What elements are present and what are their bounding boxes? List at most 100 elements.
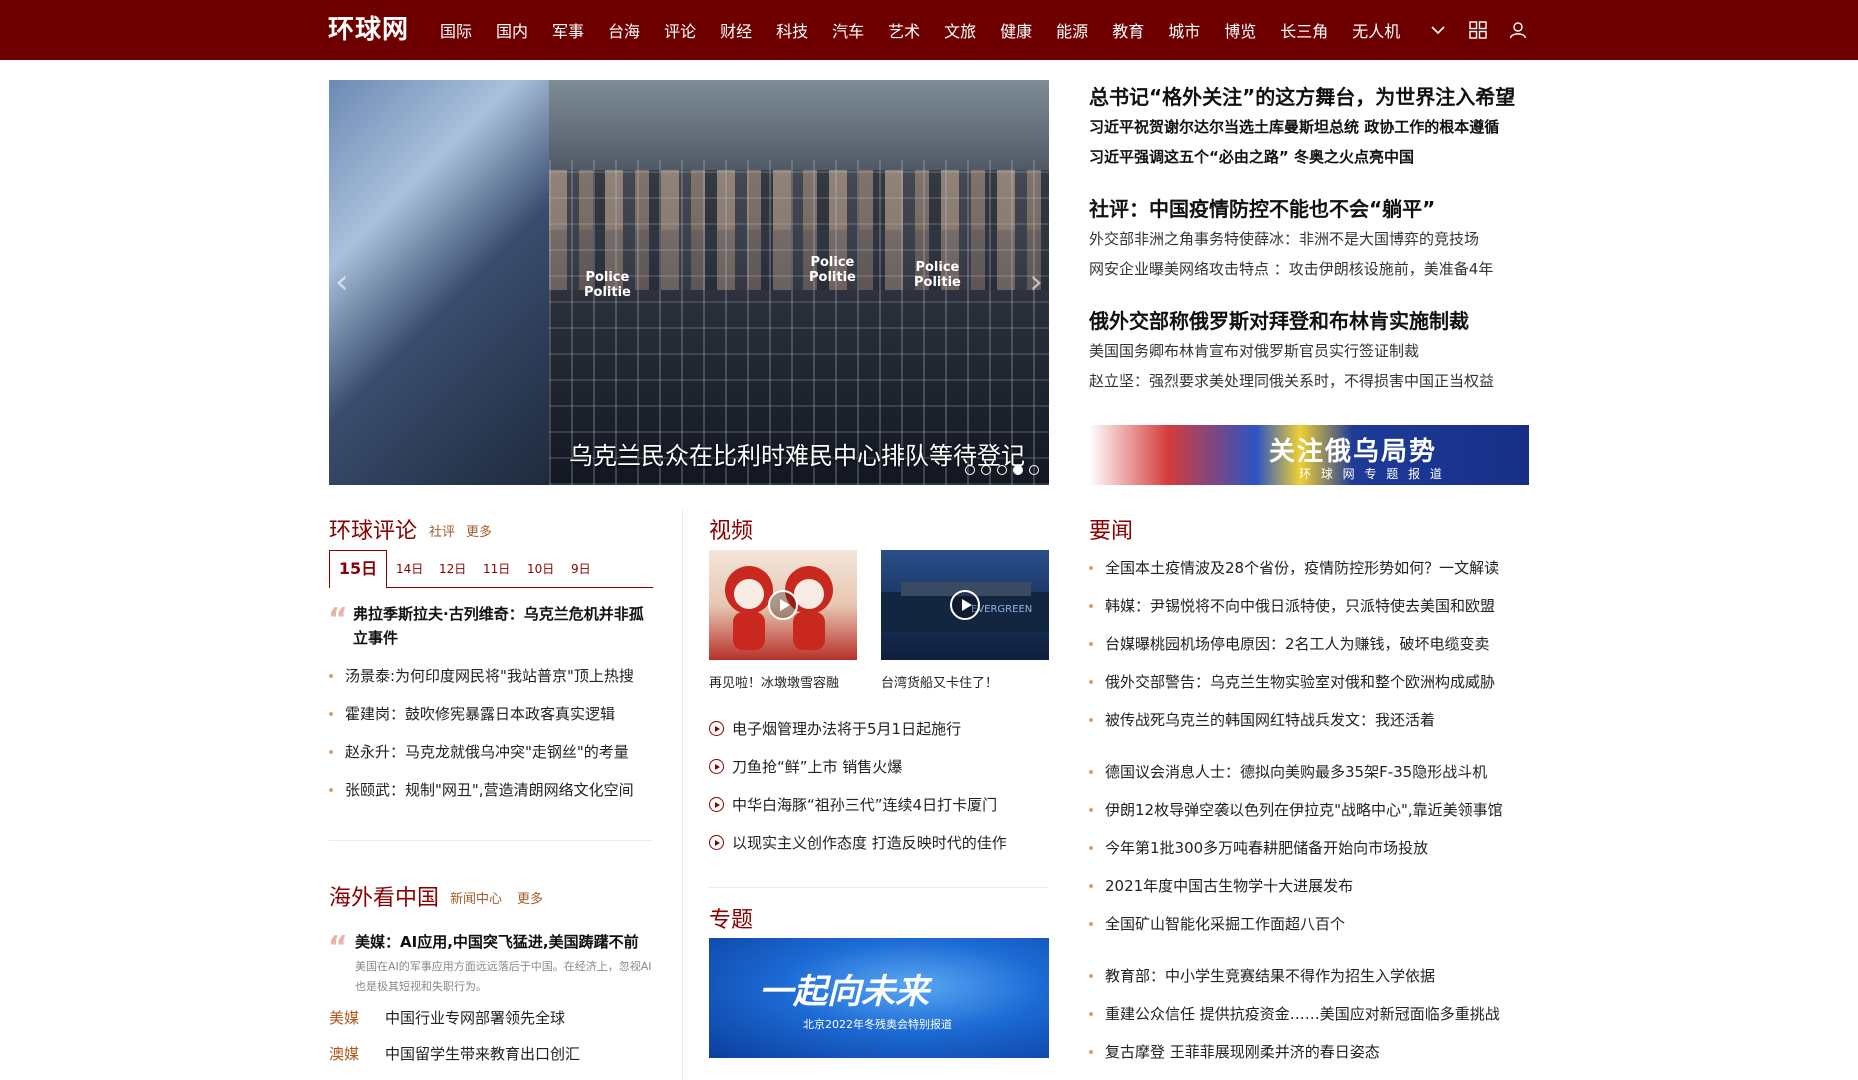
- news-item[interactable]: 教育部：中小学生竞赛结果不得作为招生入学依据: [1089, 957, 1539, 995]
- video-list-item[interactable]: 电子烟管理办法将于5月1日起施行: [709, 718, 961, 739]
- nav-item[interactable]: 无人机: [1352, 18, 1400, 42]
- nav-item[interactable]: 博览: [1224, 18, 1256, 42]
- commentary-editorial-link[interactable]: 社评: [429, 521, 455, 540]
- news-item[interactable]: 全国矿山智能化采掘工作面超八百个: [1089, 905, 1539, 943]
- overseas-row[interactable]: 澳媒 中国留学生带来教育出口创汇: [329, 1044, 580, 1064]
- headline-title[interactable]: 社评：中国疫情防控不能也不会“躺平”: [1089, 194, 1529, 224]
- special-topic-banner[interactable]: 一起向未来 北京2022年冬残奥会特别报道: [709, 938, 1049, 1058]
- carousel-caption[interactable]: 乌克兰民众在比利时难民中心排队等待登记: [569, 436, 1025, 471]
- news-item[interactable]: 复古摩登 王菲菲展现刚柔并济的春日姿态: [1089, 1033, 1539, 1071]
- grid-menu-icon[interactable]: [1468, 20, 1488, 40]
- nav-item[interactable]: 健康: [1000, 18, 1032, 42]
- commentary-more-link[interactable]: 更多: [466, 521, 492, 540]
- nav-item[interactable]: 军事: [552, 18, 584, 42]
- carousel-prev-arrow[interactable]: ‹: [335, 262, 349, 302]
- headline-sub[interactable]: 习近平祝贺谢尔达尔当选土库曼斯坦总统 政协工作的根本遵循: [1089, 112, 1529, 142]
- news-item[interactable]: 重建公众信任 提供抗疫资金……美国应对新冠面临多重挑战: [1089, 995, 1539, 1033]
- overseas-row-text[interactable]: 中国行业专网部署领先全球: [385, 1009, 565, 1027]
- nav-item[interactable]: 财经: [720, 18, 752, 42]
- day-tab-active[interactable]: 15日: [329, 550, 387, 588]
- video-list-label[interactable]: 中华白海豚“祖孙三代”连续4日打卡厦门: [732, 794, 997, 815]
- chevron-down-icon[interactable]: [1428, 20, 1448, 40]
- overseas-feature[interactable]: 美媒：AI应用,中国突飞猛进,美国踌躇不前: [355, 930, 665, 954]
- video-list-label[interactable]: 电子烟管理办法将于5月1日起施行: [732, 718, 961, 739]
- nav-item[interactable]: 国内: [496, 18, 528, 42]
- video-caption[interactable]: 台湾货船又卡住了！: [881, 672, 998, 691]
- headline-sub[interactable]: 外交部非洲之角事务特使薛冰：非洲不是大国博弈的竞技场: [1089, 224, 1529, 254]
- play-circle-icon: [709, 797, 724, 812]
- news-item[interactable]: 俄外交部警告：乌克兰生物实验室对俄和整个欧洲构成威胁: [1089, 663, 1539, 701]
- news-item[interactable]: 被传战死乌克兰的韩国网红特战兵发文：我还活着: [1089, 701, 1539, 739]
- carousel-image-left: [329, 80, 549, 485]
- day-tab[interactable]: 12日: [439, 560, 466, 577]
- nav-item[interactable]: 科技: [776, 18, 808, 42]
- news-item[interactable]: 台媒曝桃园机场停电原因：2名工人为赚钱，破坏电缆变卖: [1089, 625, 1539, 663]
- play-icon[interactable]: [768, 590, 798, 620]
- banner-subtitle: 环 球 网 专 题 报 道: [1299, 467, 1445, 481]
- news-item[interactable]: 全国本土疫情波及28个省份，疫情防控形势如何？一文解读: [1089, 549, 1539, 587]
- commentary-feature[interactable]: 弗拉季斯拉夫·古列维奇：乌克兰危机并非孤立事件: [353, 602, 653, 650]
- video-list-item[interactable]: 以现实主义创作态度 打造反映时代的佳作: [709, 832, 1007, 853]
- news-item[interactable]: 2021年度中国古生物学十大进展发布: [1089, 867, 1539, 905]
- video-list-label[interactable]: 以现实主义创作态度 打造反映时代的佳作: [732, 832, 1007, 853]
- nav-item[interactable]: 国际: [440, 18, 472, 42]
- carousel-dot[interactable]: [997, 465, 1007, 475]
- nav-item[interactable]: 台海: [608, 18, 640, 42]
- carousel-dot-active[interactable]: [1013, 465, 1023, 475]
- video-thumbnail[interactable]: [709, 550, 857, 660]
- carousel-dot[interactable]: [1029, 465, 1039, 475]
- media-tag[interactable]: 澳媒: [329, 1044, 385, 1064]
- list-item[interactable]: 张颐武：规制"网丑",营造清朗网络文化空间: [329, 771, 659, 809]
- news-item[interactable]: 今年第1批300多万吨春耕肥储备开始向市场投放: [1089, 829, 1539, 867]
- section-title-video[interactable]: 视频: [709, 513, 753, 545]
- carousel-dot[interactable]: [981, 465, 991, 475]
- nav-item[interactable]: 能源: [1056, 18, 1088, 42]
- nav-item[interactable]: 评论: [664, 18, 696, 42]
- list-item[interactable]: 赵永升：马克龙就俄乌冲突"走钢丝"的考量: [329, 733, 659, 771]
- section-title-news[interactable]: 要闻: [1089, 513, 1133, 545]
- news-carousel[interactable]: Police Politie Police Politie Police Pol…: [329, 80, 1049, 485]
- list-item[interactable]: 霍建岗：鼓吹修宪暴露日本政客真实逻辑: [329, 695, 659, 733]
- headline-sub[interactable]: 赵立坚：强烈要求美处理同俄关系时，不得损害中国正当权益: [1089, 366, 1529, 396]
- headline-sub[interactable]: 网安企业曝美网络攻击特点 ：攻击伊朗核设施前，美准备4年: [1089, 254, 1529, 284]
- news-item[interactable]: 伊朗12枚导弹空袭以色列在伊拉克"战略中心",靠近美领事馆: [1089, 791, 1539, 829]
- site-logo[interactable]: 环球网: [328, 12, 409, 48]
- video-list-label[interactable]: 刀鱼抢“鲜”上市 销售火爆: [732, 756, 902, 777]
- special-banner-subtitle: 北京2022年冬残奥会特别报道: [803, 1018, 952, 1031]
- user-icon[interactable]: [1508, 20, 1528, 40]
- headline-sub[interactable]: 习近平强调这五个“必由之路” 冬奥之火点亮中国: [1089, 142, 1529, 172]
- carousel-next-arrow[interactable]: ›: [1029, 262, 1043, 302]
- video-list-item[interactable]: 中华白海豚“祖孙三代”连续4日打卡厦门: [709, 794, 997, 815]
- nav-item[interactable]: 文旅: [944, 18, 976, 42]
- nav-item[interactable]: 汽车: [832, 18, 864, 42]
- nav-item[interactable]: 教育: [1112, 18, 1144, 42]
- list-item[interactable]: 汤景泰:为何印度网民将"我站普京"顶上热搜: [329, 657, 659, 695]
- news-item[interactable]: 德国议会消息人士：德拟向美购最多35架F-35隐形战斗机: [1089, 753, 1539, 791]
- day-tab[interactable]: 9日: [571, 560, 591, 577]
- overseas-row-text[interactable]: 中国留学生带来教育出口创汇: [385, 1045, 580, 1063]
- headline-title[interactable]: 总书记“格外关注”的这方舞台，为世界注入希望: [1089, 82, 1529, 112]
- video-thumbnail[interactable]: EVERGREEN: [881, 550, 1049, 660]
- play-icon[interactable]: [950, 590, 980, 620]
- nav-item[interactable]: 艺术: [888, 18, 920, 42]
- carousel-dot[interactable]: [965, 465, 975, 475]
- section-title-commentary[interactable]: 环球评论: [329, 513, 417, 545]
- video-list-item[interactable]: 刀鱼抢“鲜”上市 销售火爆: [709, 756, 902, 777]
- nav-item[interactable]: 长三角: [1280, 18, 1328, 42]
- russia-ukraine-special-banner[interactable]: 关注俄乌局势 环 球 网 专 题 报 道: [1089, 425, 1529, 485]
- section-title-special[interactable]: 专题: [709, 902, 753, 934]
- section-title-overseas[interactable]: 海外看中国: [329, 880, 439, 912]
- headline-title[interactable]: 俄外交部称俄罗斯对拜登和布林肯实施制裁: [1089, 306, 1529, 336]
- day-tab[interactable]: 11日: [483, 560, 510, 577]
- day-tab[interactable]: 14日: [396, 560, 423, 577]
- media-tag[interactable]: 美媒: [329, 1008, 385, 1028]
- overseas-news-center-link[interactable]: 新闻中心: [450, 888, 502, 907]
- day-tab[interactable]: 10日: [527, 560, 554, 577]
- video-caption[interactable]: 再见啦！冰墩墩雪容融: [709, 672, 839, 691]
- headline-sub[interactable]: 美国国务卿布林肯宣布对俄罗斯官员实行签证制裁: [1089, 336, 1529, 366]
- nav-item[interactable]: 城市: [1168, 18, 1200, 42]
- overseas-more-link[interactable]: 更多: [517, 888, 543, 907]
- news-item[interactable]: 韩媒：尹锡悦将不向中俄日派特使，只派特使去美国和欧盟: [1089, 587, 1539, 625]
- police-label: Police Politie: [809, 255, 856, 285]
- overseas-row[interactable]: 美媒 中国行业专网部署领先全球: [329, 1008, 565, 1028]
